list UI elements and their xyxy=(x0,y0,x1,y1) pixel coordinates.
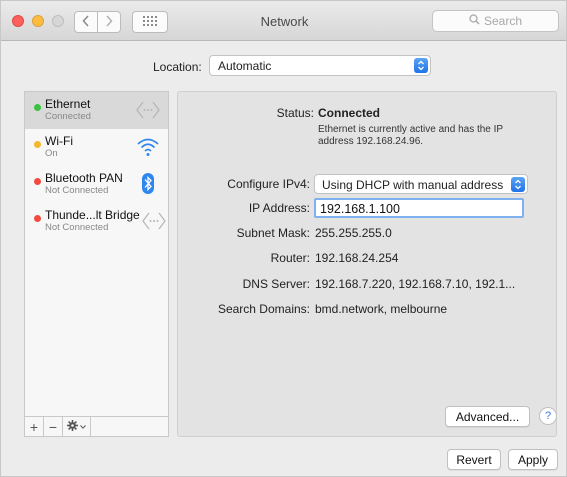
configure-ipv4-value: Using DHCP with manual address xyxy=(322,178,504,192)
dns-server-value: 192.168.7.220, 192.168.7.10, 192.1... xyxy=(315,277,516,291)
search-icon xyxy=(469,14,480,28)
router-value: 192.168.24.254 xyxy=(315,251,399,265)
search-field[interactable]: Search xyxy=(432,10,559,32)
location-label: Location: xyxy=(153,60,202,74)
service-item-ethernet[interactable]: Ethernet Connected xyxy=(25,92,168,129)
status-description: Ethernet is currently active and has the… xyxy=(318,124,503,147)
service-list: Ethernet Connected Wi-Fi On Bluetooth PA… xyxy=(24,91,169,437)
search-placeholder: Search xyxy=(483,14,523,28)
configure-ipv4-select[interactable]: Using DHCP with manual address xyxy=(314,174,528,194)
service-name: Thunde...lt Bridge xyxy=(45,208,140,222)
service-item-bluetooth-pan[interactable]: Bluetooth PAN Not Connected xyxy=(25,166,168,203)
network-preferences-window: Network Search Location: Automatic Ether… xyxy=(0,0,567,477)
service-list-toolbar: + − xyxy=(25,416,168,436)
service-status: Not Connected xyxy=(45,222,109,233)
location-value: Automatic xyxy=(218,59,272,73)
ip-address-field[interactable] xyxy=(314,198,524,218)
status-dot xyxy=(34,141,41,148)
remove-service-button[interactable]: − xyxy=(44,417,63,436)
subnet-mask-value: 255.255.255.0 xyxy=(315,226,392,240)
gear-icon xyxy=(67,419,78,434)
status-dot xyxy=(34,104,41,111)
wifi-icon xyxy=(136,136,160,158)
dns-server-label: DNS Server: xyxy=(242,277,310,291)
ip-address-label: IP Address: xyxy=(248,201,310,215)
ethernet-arrows-icon xyxy=(136,99,160,121)
router-label: Router: xyxy=(270,251,310,265)
title-bar: Network Search xyxy=(1,1,566,41)
help-button[interactable]: ? xyxy=(539,407,557,425)
chevron-down-icon xyxy=(80,421,86,432)
service-item-thunderbolt-bridge[interactable]: Thunde...lt Bridge Not Connected xyxy=(25,203,168,240)
service-actions-button[interactable] xyxy=(63,417,91,436)
status-dot xyxy=(34,215,41,222)
search-domains-value: bmd.network, melbourne xyxy=(315,302,448,316)
status-value: Connected xyxy=(318,106,381,120)
service-name: Ethernet xyxy=(45,97,91,111)
add-service-button[interactable]: + xyxy=(25,417,44,436)
service-status: Connected xyxy=(45,111,91,122)
service-name: Bluetooth PAN xyxy=(45,171,123,185)
configure-ipv4-stepper-icon xyxy=(511,177,525,192)
status-dot xyxy=(34,178,41,185)
service-item-wifi[interactable]: Wi-Fi On xyxy=(25,129,168,166)
service-name: Wi-Fi xyxy=(45,134,73,148)
configure-ipv4-label: Configure IPv4: xyxy=(227,177,310,191)
subnet-mask-label: Subnet Mask: xyxy=(236,226,310,240)
status-label: Status: xyxy=(276,106,314,120)
apply-button[interactable]: Apply xyxy=(508,449,558,470)
location-select[interactable]: Automatic xyxy=(209,55,431,76)
service-status: On xyxy=(45,148,58,159)
service-status: Not Connected xyxy=(45,185,109,196)
advanced-button[interactable]: Advanced... xyxy=(445,406,530,427)
bluetooth-icon xyxy=(136,173,160,195)
ethernet-arrows-icon xyxy=(142,210,166,232)
revert-button[interactable]: Revert xyxy=(447,449,501,470)
location-stepper-icon xyxy=(414,58,428,73)
search-domains-label: Search Domains: xyxy=(217,302,310,316)
service-details-panel: Status: Connected Ethernet is currently … xyxy=(177,91,557,437)
